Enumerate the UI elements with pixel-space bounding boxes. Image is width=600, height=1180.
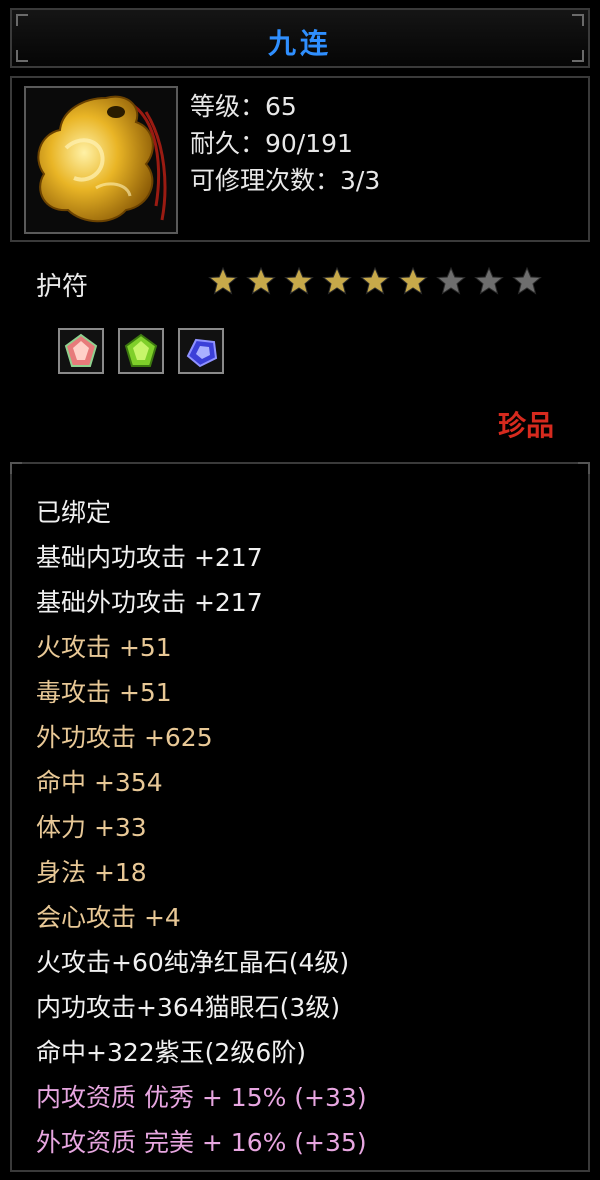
gem-slot[interactable] [178, 328, 224, 374]
gem-slot[interactable] [58, 328, 104, 374]
item-tooltip: 九连 等级：65 耐久：90/191 可修理次数：3/3 护符 珍品 已绑定 基… [0, 0, 600, 1180]
corner-ornament [10, 462, 22, 474]
corner-ornament [578, 462, 590, 474]
star-filled-icon [360, 266, 390, 295]
star-empty-icon [474, 266, 504, 295]
star-empty-icon [436, 266, 466, 295]
quality-label: 珍品 [497, 409, 554, 442]
amulet-icon [37, 95, 167, 223]
gem-slot[interactable] [118, 328, 164, 374]
item-type: 护符 [36, 272, 89, 302]
attribute-line: 命中+322紫玉(2级6阶) [36, 1038, 306, 1067]
item-name: 九连 [267, 27, 332, 60]
star-filled-icon [208, 266, 238, 295]
attribute-line: 基础内功攻击 +217 [36, 543, 263, 572]
title-bar: 九连 [10, 8, 590, 68]
attribute-line: 外攻资质 完美 + 16% (+35) [36, 1128, 367, 1157]
star-filled-icon [284, 266, 314, 295]
attribute-line: 外功攻击 +625 [36, 723, 213, 752]
attribute-line: 已绑定 [36, 498, 112, 527]
attribute-list: 已绑定基础内功攻击 +217 基础外功攻击 +217 火攻击 +51 毒攻击 +51 外… [36, 490, 367, 1165]
green-gem-icon [124, 333, 158, 367]
star-filled-icon [398, 266, 428, 295]
attribute-line: 毒攻击 +51 [36, 678, 172, 707]
attribute-line: 内攻资质 优秀 + 15% (+33) [36, 1083, 367, 1112]
attribute-line: 身法 +18 [36, 858, 147, 887]
repair-count-text: 可修理次数：3/3 [190, 166, 381, 195]
blue-gem-icon [186, 338, 218, 368]
gem-slots [58, 328, 224, 374]
item-stats: 等级：65 耐久：90/191 可修理次数：3/3 [190, 88, 380, 199]
star-empty-icon [512, 266, 542, 295]
star-filled-icon [246, 266, 276, 295]
durability-text: 耐久：90/191 [190, 129, 353, 158]
star-rating [208, 266, 542, 296]
attribute-line: 火攻击 +51 [36, 633, 172, 662]
attribute-line: 命中 +354 [36, 768, 163, 797]
level-text: 等级：65 [190, 92, 297, 121]
item-icon-frame [24, 86, 178, 234]
attribute-line: 火攻击+60纯净红晶石(4级) [36, 948, 350, 977]
attribute-line: 会心攻击 +4 [36, 903, 181, 932]
attribute-line: 基础外功攻击 +217 [36, 588, 263, 617]
attribute-line: 内功攻击+364猫眼石(3级) [36, 993, 341, 1022]
attributes-panel: 已绑定基础内功攻击 +217 基础外功攻击 +217 火攻击 +51 毒攻击 +51 外… [10, 462, 590, 1172]
star-filled-icon [322, 266, 352, 295]
item-header-panel: 等级：65 耐久：90/191 可修理次数：3/3 [10, 76, 590, 242]
attribute-line: 体力 +33 [36, 813, 147, 842]
red-gem-icon [64, 333, 98, 367]
